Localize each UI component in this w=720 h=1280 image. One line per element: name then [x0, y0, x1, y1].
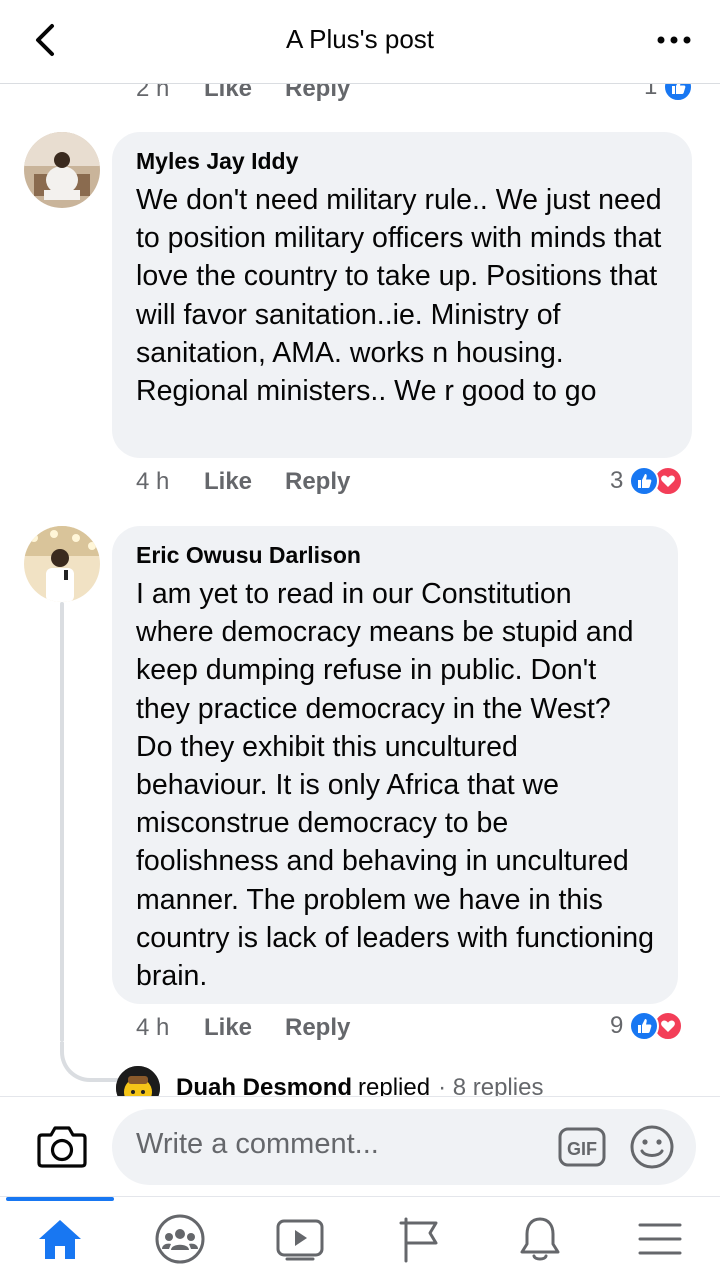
emoji-icon[interactable] — [628, 1123, 676, 1171]
avatar-eric-owusu-darlison[interactable] — [24, 526, 100, 602]
comment-time: 4 h — [136, 1014, 170, 1041]
comment-input-placeholder: Write a comment... — [136, 1128, 379, 1160]
reply-count[interactable]: · 8 replies — [438, 1074, 543, 1096]
like-reaction-icon — [629, 466, 660, 496]
thread-line — [60, 602, 64, 1042]
reaction-summary[interactable]: 3 — [610, 466, 684, 496]
menu-icon — [638, 1223, 682, 1255]
comment-author[interactable]: Eric Owusu Darlison — [136, 542, 654, 569]
page-title: A Plus's post — [285, 24, 435, 54]
reaction-summary[interactable]: 9 — [610, 1011, 684, 1041]
reaction-count: 3 — [610, 467, 624, 494]
comments-feed[interactable]: 2 h Like Reply 1 Myles Jay Iddy We don't… — [0, 84, 720, 1096]
tab-notifications[interactable] — [480, 1197, 600, 1280]
like-link[interactable]: Like — [204, 84, 285, 103]
groups-icon — [155, 1214, 205, 1264]
comment-input[interactable]: Write a comment... GIF — [112, 1109, 696, 1185]
comment-meta: 4 h Like Reply — [136, 1014, 350, 1042]
reaction-count: 1 — [644, 84, 658, 100]
reaction-count: 9 — [610, 1012, 624, 1039]
view-replies-row[interactable]: Duah Desmond replied · 8 replies — [116, 1066, 543, 1096]
comment-bubble[interactable]: Myles Jay Iddy We don't need military ru… — [112, 132, 692, 458]
like-link[interactable]: Like — [204, 468, 285, 496]
reply-author[interactable]: Duah Desmond — [176, 1074, 352, 1096]
comment-composer: Write a comment... GIF — [0, 1096, 720, 1196]
tab-watch[interactable] — [240, 1197, 360, 1280]
like-reaction-icon — [629, 1011, 660, 1041]
tab-home[interactable] — [0, 1197, 120, 1280]
comment-author[interactable]: Myles Jay Iddy — [136, 148, 668, 175]
pages-flag-icon — [399, 1217, 438, 1263]
like-reaction-icon — [663, 84, 694, 102]
bottom-tab-bar — [0, 1196, 720, 1280]
reply-link[interactable]: Reply — [285, 84, 350, 103]
more-horizontal-icon[interactable] — [656, 30, 692, 50]
comment-meta: 4 h Like Reply — [136, 468, 350, 496]
comment-bubble[interactable]: Eric Owusu Darlison I am yet to read in … — [112, 526, 678, 1004]
top-bar: A Plus's post — [0, 0, 720, 84]
home-icon — [39, 1220, 81, 1259]
comment-time: 4 h — [136, 468, 170, 495]
watch-icon — [276, 1219, 324, 1261]
thread-connector — [60, 1042, 120, 1082]
tab-menu[interactable] — [600, 1197, 720, 1280]
like-link[interactable]: Like — [204, 1014, 285, 1042]
comment-text: I am yet to read in our Constitution whe… — [136, 578, 655, 993]
tab-pages[interactable] — [360, 1197, 480, 1280]
reply-link[interactable]: Reply — [285, 468, 350, 496]
avatar-duah-desmond — [116, 1066, 160, 1096]
previous-comment-meta: 2 h Like Reply — [136, 84, 350, 103]
comment-time: 2 h — [136, 84, 170, 102]
tab-groups[interactable] — [120, 1197, 240, 1280]
gif-icon[interactable]: GIF — [558, 1125, 606, 1169]
reply-action: replied — [358, 1074, 431, 1096]
camera-icon[interactable] — [36, 1123, 88, 1169]
avatar-myles-jay-iddy[interactable] — [24, 132, 100, 208]
reply-link[interactable]: Reply — [285, 1014, 350, 1042]
gif-label: GIF — [567, 1139, 597, 1159]
notifications-bell-icon — [520, 1217, 560, 1261]
comment-text: We don't need military rule.. We just ne… — [136, 184, 662, 408]
previous-reaction-summary[interactable]: 1 — [644, 84, 694, 102]
